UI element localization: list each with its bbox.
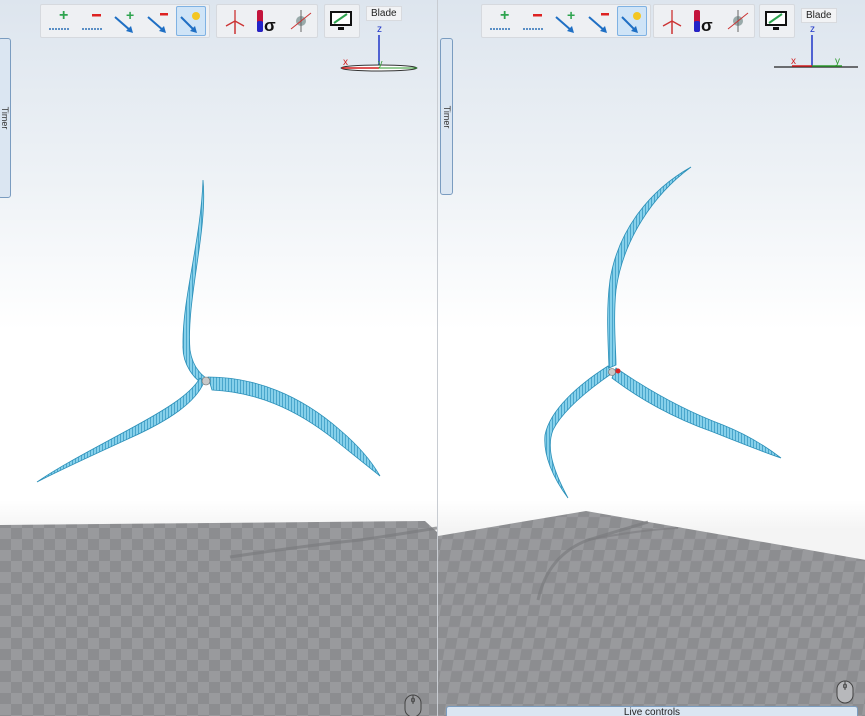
svg-text:+: +: [567, 7, 575, 23]
blade-label: Blade: [366, 6, 402, 21]
add-light-icon[interactable]: +: [551, 6, 581, 36]
mouse-icon: [836, 680, 854, 704]
blade-top[interactable]: [182, 179, 211, 385]
remove-light-icon[interactable]: [143, 6, 173, 36]
light-icon[interactable]: [617, 6, 647, 36]
axis-x-label: x: [791, 56, 796, 67]
node-tools-group: + +: [481, 4, 651, 38]
blade-label: Blade: [801, 8, 837, 23]
add-light-icon[interactable]: +: [110, 6, 140, 36]
live-controls-tab[interactable]: Live controls: [446, 706, 858, 716]
turbine-icon[interactable]: [657, 6, 687, 36]
stress-sigma-icon[interactable]: σ: [253, 6, 283, 36]
timer-tab[interactable]: Timer: [0, 38, 11, 198]
axis-y-label: y: [835, 56, 840, 67]
analysis-tools-group: σ: [216, 4, 318, 38]
svg-text:σ: σ: [701, 16, 713, 35]
left-scene[interactable]: [0, 0, 437, 716]
probe-icon[interactable]: [723, 6, 753, 36]
hub: [608, 368, 616, 376]
blade-left[interactable]: [544, 365, 612, 499]
svg-text:σ: σ: [264, 16, 276, 35]
node-tools-group: + +: [40, 4, 210, 38]
ground-plane: [438, 511, 865, 716]
right-viewport[interactable]: + + σ Blade z x y Timer Live controls: [437, 0, 865, 716]
right-scene[interactable]: [438, 0, 865, 716]
stress-sigma-icon[interactable]: σ: [690, 6, 720, 36]
svg-text:+: +: [59, 7, 68, 24]
blade-left[interactable]: [36, 377, 205, 483]
remove-node-icon[interactable]: [518, 6, 548, 36]
light-icon[interactable]: [176, 6, 206, 36]
axis-z-label: z: [810, 24, 815, 35]
ground-plane: [0, 521, 437, 716]
svg-text:+: +: [126, 7, 134, 23]
live-controls-label: Live controls: [623, 707, 681, 716]
hub: [201, 376, 211, 386]
rotor-blades[interactable]: [544, 166, 782, 499]
turbine-icon[interactable]: [220, 6, 250, 36]
add-node-icon[interactable]: +: [44, 6, 74, 36]
mouse-icon: [404, 694, 422, 716]
left-viewport[interactable]: + + σ Blade z x y Timer: [0, 0, 437, 716]
axis-z-label: z: [377, 24, 382, 35]
analysis-tools-group: σ: [653, 4, 755, 38]
remove-light-icon[interactable]: [584, 6, 614, 36]
axes-indicator: z x y: [340, 24, 418, 72]
axes-indicator: z x y: [774, 24, 858, 68]
blade-right[interactable]: [611, 367, 782, 459]
blade-top[interactable]: [607, 166, 692, 369]
timer-tab-label: Timer: [0, 106, 10, 130]
axis-y-label: y: [378, 58, 383, 68]
axis-x-label: x: [343, 57, 348, 68]
probe-icon[interactable]: [286, 6, 316, 36]
remove-node-icon[interactable]: [77, 6, 107, 36]
hub-marker: [615, 368, 621, 374]
timer-tab[interactable]: Timer: [440, 38, 453, 195]
rotor-blades[interactable]: [36, 179, 381, 483]
blade-right[interactable]: [207, 376, 381, 477]
add-node-icon[interactable]: +: [485, 6, 515, 36]
svg-text:+: +: [500, 7, 509, 24]
timer-tab-label: Timer: [441, 105, 452, 128]
